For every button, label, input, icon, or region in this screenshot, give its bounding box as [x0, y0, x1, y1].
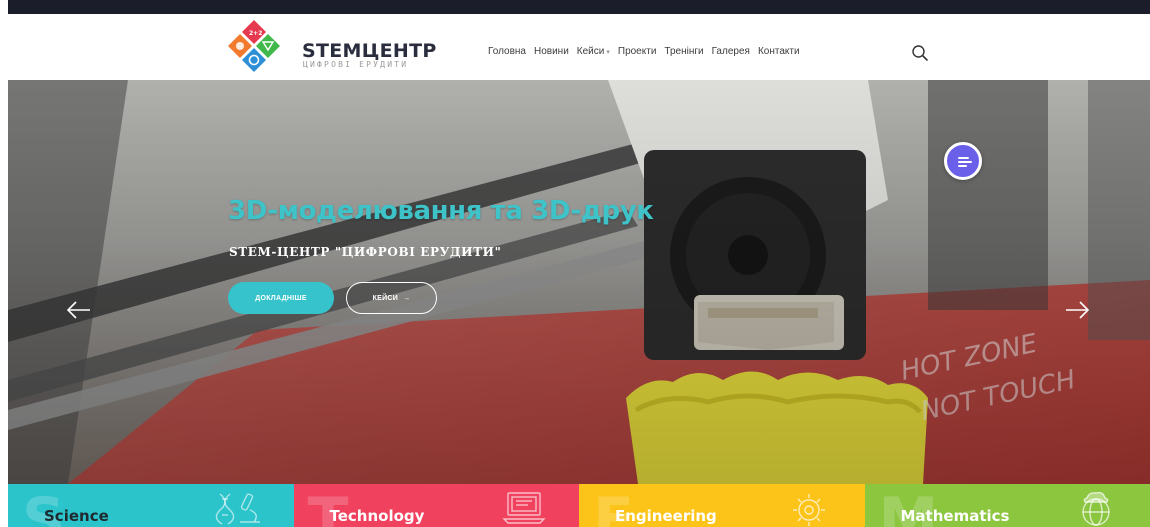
- arrow-right-icon: [1066, 301, 1090, 319]
- nav-item-gallery[interactable]: Галерея: [712, 46, 750, 57]
- arrow-left-icon: [66, 301, 90, 319]
- stem-card-label: Mathematics: [900, 507, 1010, 525]
- search-button[interactable]: [911, 44, 929, 62]
- search-icon: [912, 45, 928, 61]
- site-header: 2+2 STEMЦЕНТР ЦИФРОВІ ЕРУДИТИ Головна Но…: [0, 14, 1150, 80]
- nav-item-trainings[interactable]: Тренінги: [664, 46, 703, 57]
- svg-text:2+2: 2+2: [249, 30, 262, 37]
- stem-cards: S Science T Technology E Engineering M M…: [8, 484, 1150, 527]
- hero-background-image: HOT ZONE NOT TOUCH: [8, 80, 1150, 484]
- nav-item-contacts[interactable]: Контакти: [758, 46, 800, 57]
- hero-subtitle: STEM-ЦЕНТР "ЦИФРОВІ ЕРУДИТИ": [229, 245, 502, 259]
- nav-item-home[interactable]: Головна: [488, 46, 526, 57]
- hero-slider: HOT ZONE NOT TOUCH 3D-моделювання та 3D-…: [8, 80, 1150, 484]
- cases-button-label: КЕЙСИ: [372, 294, 399, 302]
- gear-icon: [793, 494, 825, 526]
- cases-button[interactable]: КЕЙСИ →: [346, 282, 437, 314]
- stem-card-technology[interactable]: T Technology: [293, 484, 579, 527]
- nav-item-cases-label: Кейси: [576, 46, 605, 57]
- menu-line-icon: [958, 161, 972, 163]
- logo-subtitle: ЦИФРОВІ ЕРУДИТИ: [303, 60, 409, 69]
- site-logo[interactable]: 2+2 STEMЦЕНТР ЦИФРОВІ ЕРУДИТИ: [216, 18, 436, 74]
- nav-item-projects[interactable]: Проекти: [618, 46, 657, 57]
- more-button[interactable]: ДОКЛАДНІШЕ: [228, 282, 334, 314]
- nav-item-cases[interactable]: Кейси ▾: [577, 46, 610, 57]
- stem-card-label: Technology: [329, 507, 425, 525]
- top-strip: [8, 0, 1150, 14]
- dna-microscope-icon: [215, 493, 260, 525]
- slider-next-button[interactable]: [1064, 300, 1092, 320]
- logo-title: STEMЦЕНТР: [302, 40, 437, 62]
- slider-prev-button[interactable]: [64, 300, 92, 320]
- stem-card-label: Science: [44, 507, 109, 525]
- stem-logo-mark-icon: 2+2: [228, 20, 280, 72]
- globe-cloud-icon: [1081, 491, 1110, 526]
- arrow-right-icon: →: [403, 294, 411, 302]
- main-nav: Головна Новини Кейси ▾ Проекти Тренінги Г…: [488, 46, 800, 57]
- menu-line-icon: [958, 157, 969, 159]
- stem-card-engineering[interactable]: E Engineering: [579, 484, 865, 527]
- hero-title: 3D-моделювання та 3D-друк: [228, 196, 654, 226]
- menu-fab-button[interactable]: [944, 142, 982, 180]
- stem-card-label: Engineering: [615, 507, 717, 525]
- menu-line-icon: [958, 165, 967, 167]
- chevron-down-icon: ▾: [606, 49, 610, 56]
- nav-item-news[interactable]: Новини: [534, 46, 569, 57]
- stem-card-science[interactable]: S Science: [8, 484, 294, 527]
- laptop-icon: [501, 492, 546, 524]
- stem-card-mathematics[interactable]: M Mathematics: [864, 484, 1150, 527]
